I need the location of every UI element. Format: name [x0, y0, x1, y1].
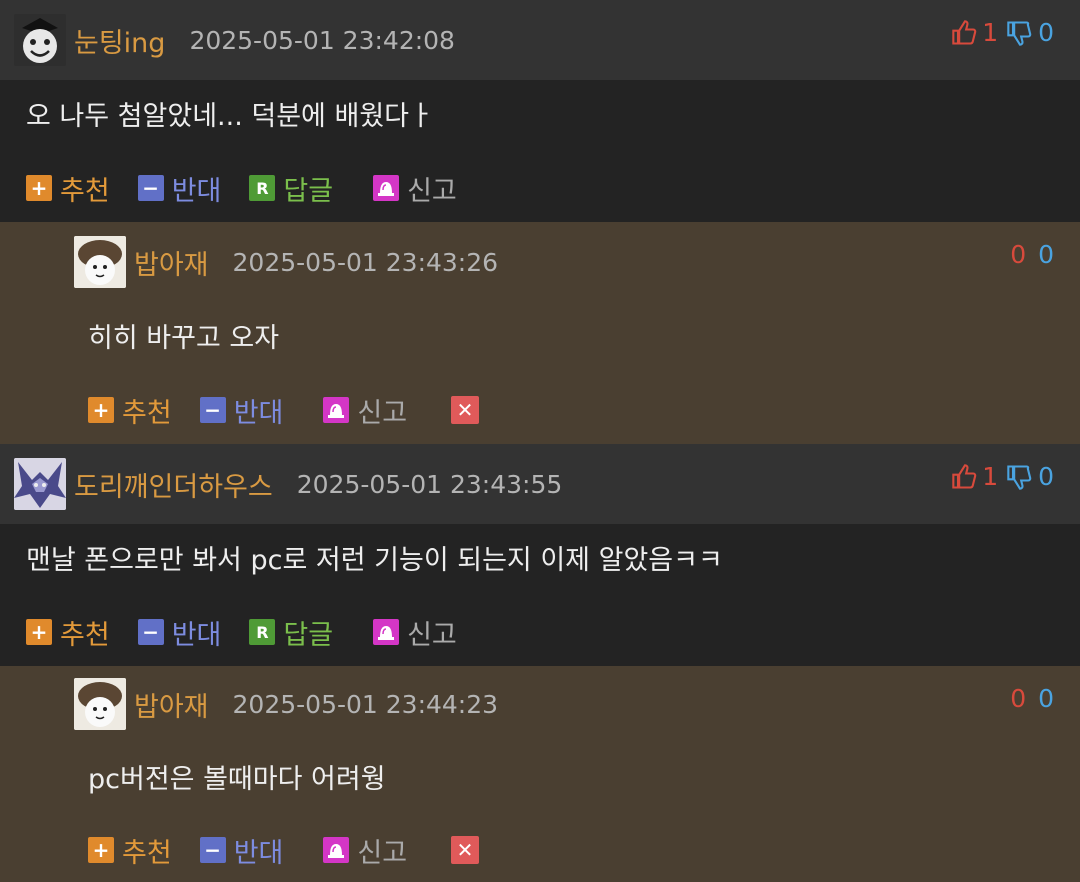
- author-nickname[interactable]: 밥아재: [134, 685, 209, 724]
- comment-text: 오 나두 첨알았네... 덕분에 배웠다ㅏ: [26, 101, 434, 132]
- siren-icon: [323, 837, 350, 863]
- avatar-robot-icon: [14, 458, 66, 510]
- comment-date: 2025-05-01 23:43:26: [232, 247, 499, 277]
- reply-button[interactable]: R 답글: [249, 169, 333, 208]
- comment-header: 밥아재 2025-05-01 23:43:26: [0, 222, 1080, 302]
- comment-text: pc버전은 볼때마다 어려웡: [88, 764, 386, 795]
- avatar[interactable]: [74, 236, 126, 288]
- comment: 도리깨인더하우스 2025-05-01 23:43:55 1 0 맨날 폰으로만…: [0, 444, 1080, 666]
- avatar[interactable]: [14, 14, 66, 66]
- minus-icon: −: [137, 619, 164, 645]
- recommend-button[interactable]: + 추천: [88, 831, 172, 870]
- thumbs-up-icon[interactable]: [951, 19, 979, 47]
- comment-header: 눈팅ing 2025-05-01 23:42:08: [0, 0, 1080, 80]
- recommend-button[interactable]: + 추천: [26, 169, 110, 208]
- author-nickname[interactable]: 눈팅ing: [74, 21, 165, 60]
- oppose-button[interactable]: − 반대: [199, 831, 283, 870]
- plus-icon: +: [26, 619, 52, 645]
- comment-header: 도리깨인더하우스 2025-05-01 23:43:55: [0, 444, 1080, 524]
- comment-text: 맨날 폰으로만 봐서 pc로 저런 기능이 되는지 이제 알았음ㅋㅋ: [26, 545, 723, 576]
- vote-counts: 1 0: [951, 18, 1054, 47]
- report-button[interactable]: 신고: [323, 831, 407, 870]
- oppose-button[interactable]: − 반대: [137, 169, 221, 208]
- oppose-button[interactable]: − 반대: [199, 391, 283, 430]
- reply-comment: 밥아재 2025-05-01 23:44:23 0 0 pc버전은 볼때마다 어…: [0, 666, 1080, 882]
- thumbs-up-icon[interactable]: [951, 463, 979, 491]
- minus-icon: −: [199, 837, 226, 863]
- minus-icon: −: [137, 175, 164, 201]
- avatar-curly-hair-icon: [74, 678, 126, 730]
- reply-icon: R: [249, 619, 276, 645]
- report-button[interactable]: 신고: [373, 613, 457, 652]
- comment-text: 히히 바꾸고 오자: [88, 323, 280, 354]
- comment-actions: + 추천 − 반대 R 답글 신고: [0, 154, 1080, 222]
- plus-icon: +: [88, 397, 114, 423]
- upvote-count: 1: [982, 462, 999, 491]
- report-button[interactable]: 신고: [373, 169, 457, 208]
- vote-counts: 0 0: [1007, 240, 1054, 269]
- downvote-count: 0: [1038, 18, 1054, 47]
- delete-icon[interactable]: ✕: [451, 396, 480, 424]
- reply-comment: 밥아재 2025-05-01 23:43:26 0 0 히히 바꾸고 오자 + 추…: [0, 222, 1080, 444]
- avatar-face-icon: [22, 18, 58, 63]
- reply-icon: R: [249, 175, 276, 201]
- downvote-count: 0: [1038, 684, 1054, 713]
- thumbs-down-icon[interactable]: [1006, 463, 1034, 491]
- upvote-count: 0: [1010, 684, 1027, 713]
- upvote-count: 0: [1010, 240, 1027, 269]
- comment-date: 2025-05-01 23:42:08: [189, 25, 455, 55]
- avatar[interactable]: [74, 678, 126, 730]
- author-nickname[interactable]: 밥아재: [134, 243, 209, 282]
- comment-date: 2025-05-01 23:44:23: [232, 689, 499, 719]
- siren-icon: [373, 175, 400, 201]
- comment: 눈팅ing 2025-05-01 23:42:08 1 0 오 나두 첨알았네.…: [0, 0, 1080, 222]
- comment-actions: + 추천 − 반대 R 답글 신고: [0, 598, 1080, 666]
- downvote-count: 0: [1038, 462, 1054, 491]
- vote-counts: 0 0: [1007, 684, 1054, 713]
- downvote-count: 0: [1038, 240, 1054, 269]
- recommend-button[interactable]: + 추천: [26, 613, 110, 652]
- plus-icon: +: [26, 175, 52, 201]
- comment-header: 밥아재 2025-05-01 23:44:23: [0, 666, 1080, 742]
- siren-icon: [373, 619, 400, 645]
- siren-icon: [323, 397, 350, 423]
- oppose-button[interactable]: − 반대: [137, 613, 221, 652]
- comment-actions: + 추천 − 반대 신고 ✕: [0, 376, 1080, 444]
- comment-date: 2025-05-01 23:43:55: [296, 469, 563, 499]
- delete-icon[interactable]: ✕: [451, 836, 480, 864]
- author-nickname[interactable]: 도리깨인더하우스: [74, 465, 273, 504]
- upvote-count: 1: [982, 18, 999, 47]
- reply-button[interactable]: R 답글: [249, 613, 333, 652]
- minus-icon: −: [199, 397, 226, 423]
- report-button[interactable]: 신고: [323, 391, 407, 430]
- avatar-curly-hair-icon: [74, 236, 126, 288]
- vote-counts: 1 0: [951, 462, 1054, 491]
- comment-actions: + 추천 − 반대 신고 ✕: [0, 818, 1080, 882]
- thumbs-down-icon[interactable]: [1006, 19, 1034, 47]
- recommend-button[interactable]: + 추천: [88, 391, 172, 430]
- plus-icon: +: [88, 837, 114, 863]
- avatar[interactable]: [14, 458, 66, 510]
